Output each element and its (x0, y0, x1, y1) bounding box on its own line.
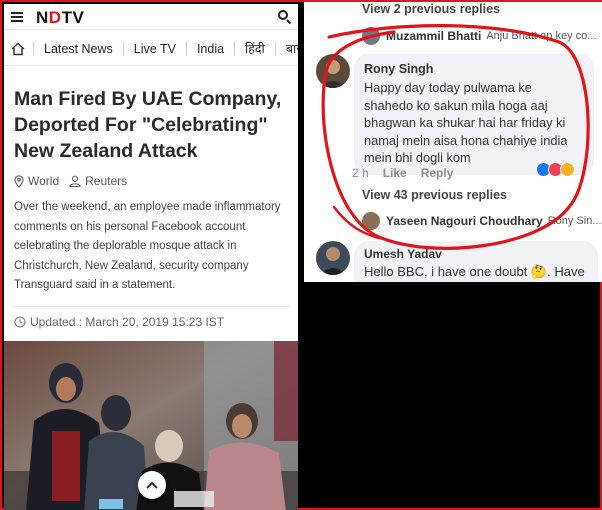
facebook-comments-panel: View 2 previous replies Muzammil Bhatti … (304, 2, 602, 282)
clock-icon (14, 316, 26, 328)
scroll-to-top-button[interactable] (138, 471, 166, 499)
nav-item-live-tv[interactable]: Live TV (124, 42, 186, 56)
comment-actions: 2 h Like Reply (352, 166, 467, 180)
nav-item-india[interactable]: India (187, 42, 234, 56)
top-bar: NDTV (4, 4, 298, 30)
home-icon[interactable] (11, 41, 25, 56)
view-previous-replies-link[interactable]: View 43 previous replies (362, 188, 507, 202)
reply-author: Yaseen Nagouri Choudhary (386, 214, 543, 228)
reply-button[interactable]: Reply (421, 166, 454, 180)
reply-author: Muzammil Bhatti (386, 29, 482, 43)
reactions-summary[interactable] (536, 162, 575, 177)
article-source[interactable]: Reuters (85, 174, 127, 188)
article-headline: Man Fired By UAE Company, Deported For "… (14, 88, 282, 162)
screenshot-frame: NDTV Latest News Live TV India हिंदी बाज… (0, 0, 602, 510)
comment-author[interactable]: Rony Singh (364, 62, 584, 76)
article-summary: Over the weekend, an employee made infla… (14, 201, 281, 291)
comment-author[interactable]: Umesh Yadav (364, 247, 588, 261)
nav-item-hindi[interactable]: हिंदी (235, 40, 275, 57)
comment-bubble: Umesh Yadav Hello BBC, i have one doubt … (354, 241, 598, 282)
nav-item-latest-news[interactable]: Latest News (34, 42, 123, 56)
comment-bubble: Rony Singh Happy day today pulwama ke sh… (354, 54, 594, 175)
comment-text: Hello BBC, i have one doubt 🤔. Have (364, 264, 585, 279)
article-meta: World Reuters (14, 174, 127, 188)
search-icon[interactable] (278, 10, 292, 25)
avatar[interactable] (316, 241, 350, 275)
article-category[interactable]: World (28, 174, 59, 188)
avatar (362, 212, 380, 230)
reply-preview[interactable]: Muzammil Bhatti Anju Bhatt ap key co... (362, 27, 596, 45)
category-nav: Latest News Live TV India हिंदी बाज़ (4, 32, 298, 66)
chevron-up-icon (146, 481, 158, 489)
divider (14, 306, 290, 307)
updated-timestamp: Updated : March 20, 2019 15:23 IST (14, 315, 224, 329)
reply-preview[interactable]: Yaseen Nagouri Choudhary Rony Sin... (362, 212, 602, 230)
reply-snippet: Anju Bhatt ap key co... (486, 30, 597, 42)
ndtv-article-panel: NDTV Latest News Live TV India हिंदी बाज… (4, 4, 298, 510)
location-pin-icon (14, 174, 24, 188)
like-button[interactable]: Like (383, 166, 407, 180)
nav-item-business[interactable]: बाज़ (276, 40, 298, 57)
view-previous-replies-link[interactable]: View 2 previous replies (362, 2, 500, 16)
author-icon (69, 175, 81, 187)
comment-text: Happy day today pulwama ke shahedo ko sa… (364, 80, 568, 165)
comment-time[interactable]: 2 h (352, 166, 369, 180)
avatar (362, 27, 380, 45)
reply-snippet: Rony Sin... (547, 215, 602, 227)
angry-reaction-icon (560, 162, 575, 177)
avatar[interactable] (316, 54, 350, 88)
hamburger-menu-icon[interactable] (11, 12, 23, 22)
ndtv-logo[interactable]: NDTV (36, 8, 84, 28)
